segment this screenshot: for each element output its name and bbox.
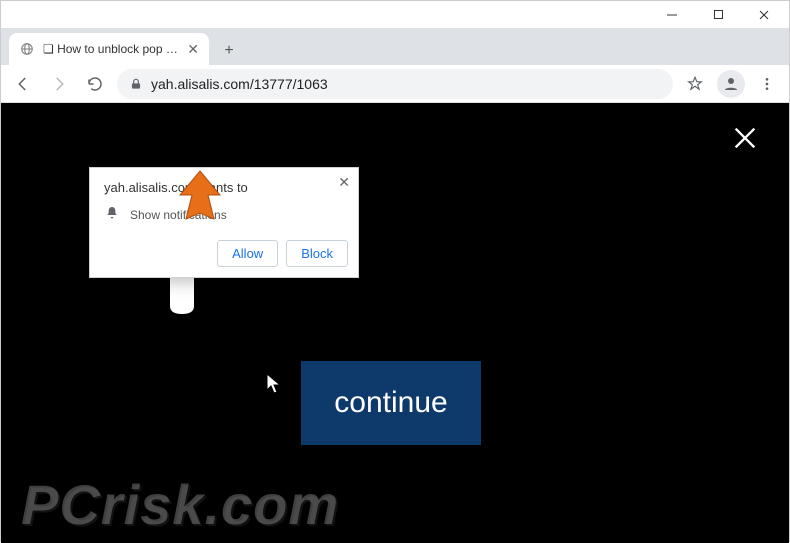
close-icon	[731, 124, 759, 152]
browser-tab[interactable]: ❏ How to unblock pop up windo ✕	[9, 33, 209, 65]
page-close-button[interactable]	[731, 123, 759, 160]
bookmark-button[interactable]	[681, 70, 709, 98]
continue-label: continue	[334, 386, 447, 420]
block-button[interactable]: Block	[286, 240, 348, 267]
browser-toolbar: yah.alisalis.com/13777/1063	[1, 65, 789, 103]
reload-button[interactable]	[81, 70, 109, 98]
notification-permission-dialog: ✕ yah.alisalis.com wants to Show notific…	[89, 167, 359, 278]
dialog-origin-text: yah.alisalis.com wants to	[104, 180, 344, 195]
arrow-left-icon	[14, 75, 32, 93]
new-tab-button[interactable]: +	[215, 37, 243, 65]
window-titlebar	[1, 1, 789, 29]
page-viewport: continue ✕ yah.alisalis.com wants to Sho…	[1, 103, 789, 543]
globe-icon	[19, 41, 35, 57]
profile-button[interactable]	[717, 70, 745, 98]
forward-button[interactable]	[45, 70, 73, 98]
back-button[interactable]	[9, 70, 37, 98]
reload-icon	[86, 75, 104, 93]
plus-icon: +	[224, 42, 233, 60]
person-icon	[722, 75, 740, 93]
menu-button[interactable]	[753, 70, 781, 98]
close-icon	[758, 9, 770, 21]
watermark-text: PCrisk.com	[21, 472, 339, 537]
kebab-icon	[759, 76, 775, 92]
window-close-button[interactable]	[741, 1, 787, 29]
star-icon	[686, 75, 704, 93]
tab-title: ❏ How to unblock pop up windo	[43, 42, 179, 56]
lock-icon	[129, 77, 143, 91]
dialog-close-button[interactable]: ✕	[338, 174, 350, 191]
continue-button[interactable]: continue	[301, 361, 481, 445]
window-minimize-button[interactable]	[649, 1, 695, 29]
url-text: yah.alisalis.com/13777/1063	[151, 76, 328, 92]
window-maximize-button[interactable]	[695, 1, 741, 29]
arrow-right-icon	[50, 75, 68, 93]
minimize-icon	[666, 9, 678, 21]
maximize-icon	[713, 9, 724, 20]
tab-strip: ❏ How to unblock pop up windo ✕ +	[1, 29, 789, 65]
mouse-cursor-icon	[266, 373, 282, 395]
allow-button[interactable]: Allow	[217, 240, 278, 267]
orange-pointer-icon	[176, 169, 224, 225]
tab-close-button[interactable]: ✕	[187, 41, 199, 58]
bell-icon	[104, 205, 120, 224]
address-bar[interactable]: yah.alisalis.com/13777/1063	[117, 69, 673, 99]
